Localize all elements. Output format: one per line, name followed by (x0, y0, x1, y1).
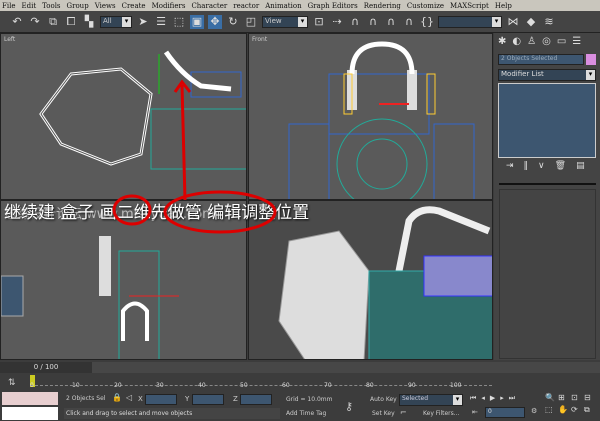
tick: 20 (114, 382, 122, 389)
mini-curve-editor-icon[interactable]: ⇅ (8, 378, 16, 388)
motion-tab-icon[interactable]: ◎ (542, 36, 551, 47)
zoom-region-icon[interactable]: ⬚ (545, 405, 558, 415)
tick: 40 (198, 382, 206, 389)
key-mode-dropdown[interactable]: Selected (399, 394, 463, 406)
make-unique-icon[interactable]: ∨ (538, 161, 545, 171)
create-tab-icon[interactable]: ✱ (498, 36, 506, 47)
time-slider-label: 0 / 100 (33, 363, 59, 371)
add-time-tag-button[interactable]: Add Time Tag (286, 410, 326, 417)
bottom-bar: 0 / 100 ⇅ 0 10 20 30 40 50 60 70 80 90 1… (0, 360, 600, 421)
previous-frame-icon[interactable]: ◂ (481, 394, 485, 403)
y-coordinate-input[interactable] (192, 394, 224, 405)
selection-count: 2 Objects Sel (66, 395, 106, 402)
modifier-list-dropdown[interactable]: Modifier List (498, 69, 596, 81)
maximize-viewport-icon[interactable]: ⧉ (584, 405, 597, 415)
play-icon[interactable]: ▶ (490, 394, 495, 403)
next-frame-icon[interactable]: ▸ (500, 394, 504, 403)
display-tab-icon[interactable]: ▭ (557, 36, 566, 47)
grid-size: Grid = 10.0mm (286, 396, 333, 403)
viewport-nav-controls: 🔍 ⊞ ⊡ ⊟ ⬚ ✋ ⟳ ⧉ (545, 393, 597, 415)
zoom-icon[interactable]: 🔍 (545, 393, 558, 402)
key-icon[interactable]: ⚷ (345, 400, 353, 413)
tick: 80 (366, 382, 374, 389)
modifier-stack[interactable] (498, 83, 596, 158)
tick: 10 (72, 382, 80, 389)
rollout-area (499, 189, 596, 359)
maxscript-listener-top[interactable] (2, 392, 58, 405)
lock-selection-icon[interactable]: 🔒 (112, 393, 122, 402)
command-panel: ✱ ◐ ♙ ◎ ▭ ☰ 2 Objects Selected Modifier … (494, 33, 600, 360)
modify-tab-icon[interactable]: ◐ (512, 36, 521, 47)
current-frame-input[interactable]: 0 (485, 407, 525, 418)
object-color-swatch[interactable] (586, 54, 596, 65)
default-tangents-icon[interactable]: ⌐ (400, 408, 407, 417)
tick: 100 (450, 382, 462, 389)
key-filters-button[interactable]: Key Filters... (423, 410, 460, 417)
divider (499, 183, 596, 185)
zoom-extents-all-icon[interactable]: ⊟ (584, 393, 597, 402)
x-label: X (138, 395, 143, 403)
time-slider[interactable]: 0 / 100 (0, 362, 92, 373)
tick: 70 (324, 382, 332, 389)
tick: 60 (282, 382, 290, 389)
pan-icon[interactable]: ✋ (558, 405, 571, 415)
show-end-result-icon[interactable]: ‖ (524, 161, 529, 171)
pin-stack-icon[interactable]: ⇥ (506, 161, 514, 171)
status-prompt: Click and drag to select and move object… (64, 408, 280, 419)
go-to-start-icon[interactable]: ⏮ (470, 394, 476, 403)
object-name-field[interactable]: 2 Objects Selected (498, 54, 584, 65)
orbit-icon[interactable]: ⟳ (571, 405, 584, 415)
auto-key-button[interactable]: Auto Key (370, 396, 397, 403)
set-key-button[interactable]: Set Key (372, 410, 395, 417)
key-mode-toggle-icon[interactable]: ⇤ (472, 408, 478, 416)
track-ticks: 0 10 20 30 40 50 60 70 80 90 100 (30, 382, 492, 390)
utilities-tab-icon[interactable]: ☰ (572, 36, 581, 47)
y-label: Y (185, 395, 190, 403)
z-label: Z (233, 395, 238, 403)
time-slider-track[interactable] (92, 362, 600, 373)
remove-modifier-icon[interactable]: 🗑 (555, 161, 566, 171)
tick: 50 (240, 382, 248, 389)
tick: 0 (30, 382, 34, 389)
playback-controls: ⏮ ◂ ▶ ▸ ⏭ (470, 394, 515, 403)
transform-mode-icon[interactable]: ◁ (126, 393, 132, 402)
configure-sets-icon[interactable]: ▤ (576, 161, 585, 171)
tick: 30 (156, 382, 164, 389)
zoom-all-icon[interactable]: ⊞ (558, 393, 571, 402)
go-to-end-icon[interactable]: ⏭ (509, 394, 515, 403)
command-panel-tabs: ✱ ◐ ♙ ◎ ▭ ☰ (494, 33, 600, 50)
zoom-extents-icon[interactable]: ⊡ (571, 393, 584, 402)
time-config-icon[interactable]: ⚙ (531, 407, 537, 415)
maxscript-listener-bottom[interactable] (2, 407, 58, 420)
tick: 90 (408, 382, 416, 389)
hierarchy-tab-icon[interactable]: ♙ (527, 36, 536, 47)
stack-buttons: ⇥ ‖ ∨ 🗑 ▤ (506, 161, 585, 171)
z-coordinate-input[interactable] (240, 394, 272, 405)
x-coordinate-input[interactable] (145, 394, 177, 405)
